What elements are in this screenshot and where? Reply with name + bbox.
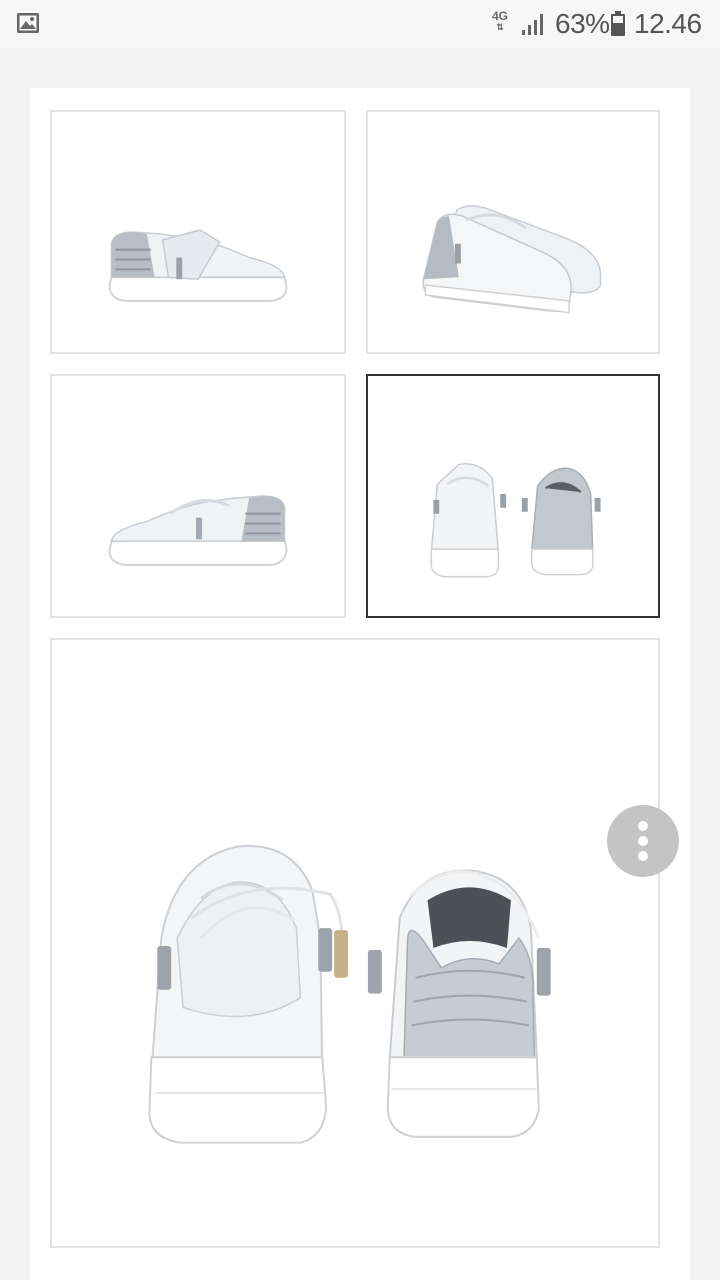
status-bar: 4G ⇅ 63% 12.46	[0, 0, 720, 48]
thumbnail-front-back[interactable]	[366, 374, 660, 618]
battery-icon	[611, 11, 625, 36]
product-gallery-card	[30, 88, 690, 1280]
thumbnail-angled-pair[interactable]	[366, 110, 660, 354]
main-product-image	[50, 638, 660, 1248]
network-label: 4G	[492, 9, 509, 23]
signal-icon	[522, 14, 543, 35]
shoe-side-right-image	[108, 495, 288, 566]
shoe-front-back-large-image	[148, 845, 551, 1144]
thumbnail-side-left[interactable]	[50, 110, 346, 354]
clock: 12.46	[634, 8, 702, 39]
shoe-angled-pair-image	[422, 205, 602, 314]
network-4g-icon: 4G ⇅	[492, 9, 509, 32]
shoe-side-left-image	[108, 229, 288, 302]
thumbnail-side-right[interactable]	[50, 374, 346, 618]
gallery-icon	[17, 13, 39, 33]
shoe-front-back-image	[430, 463, 601, 578]
more-options-button[interactable]	[607, 805, 679, 877]
battery-percent: 63%	[555, 8, 610, 39]
